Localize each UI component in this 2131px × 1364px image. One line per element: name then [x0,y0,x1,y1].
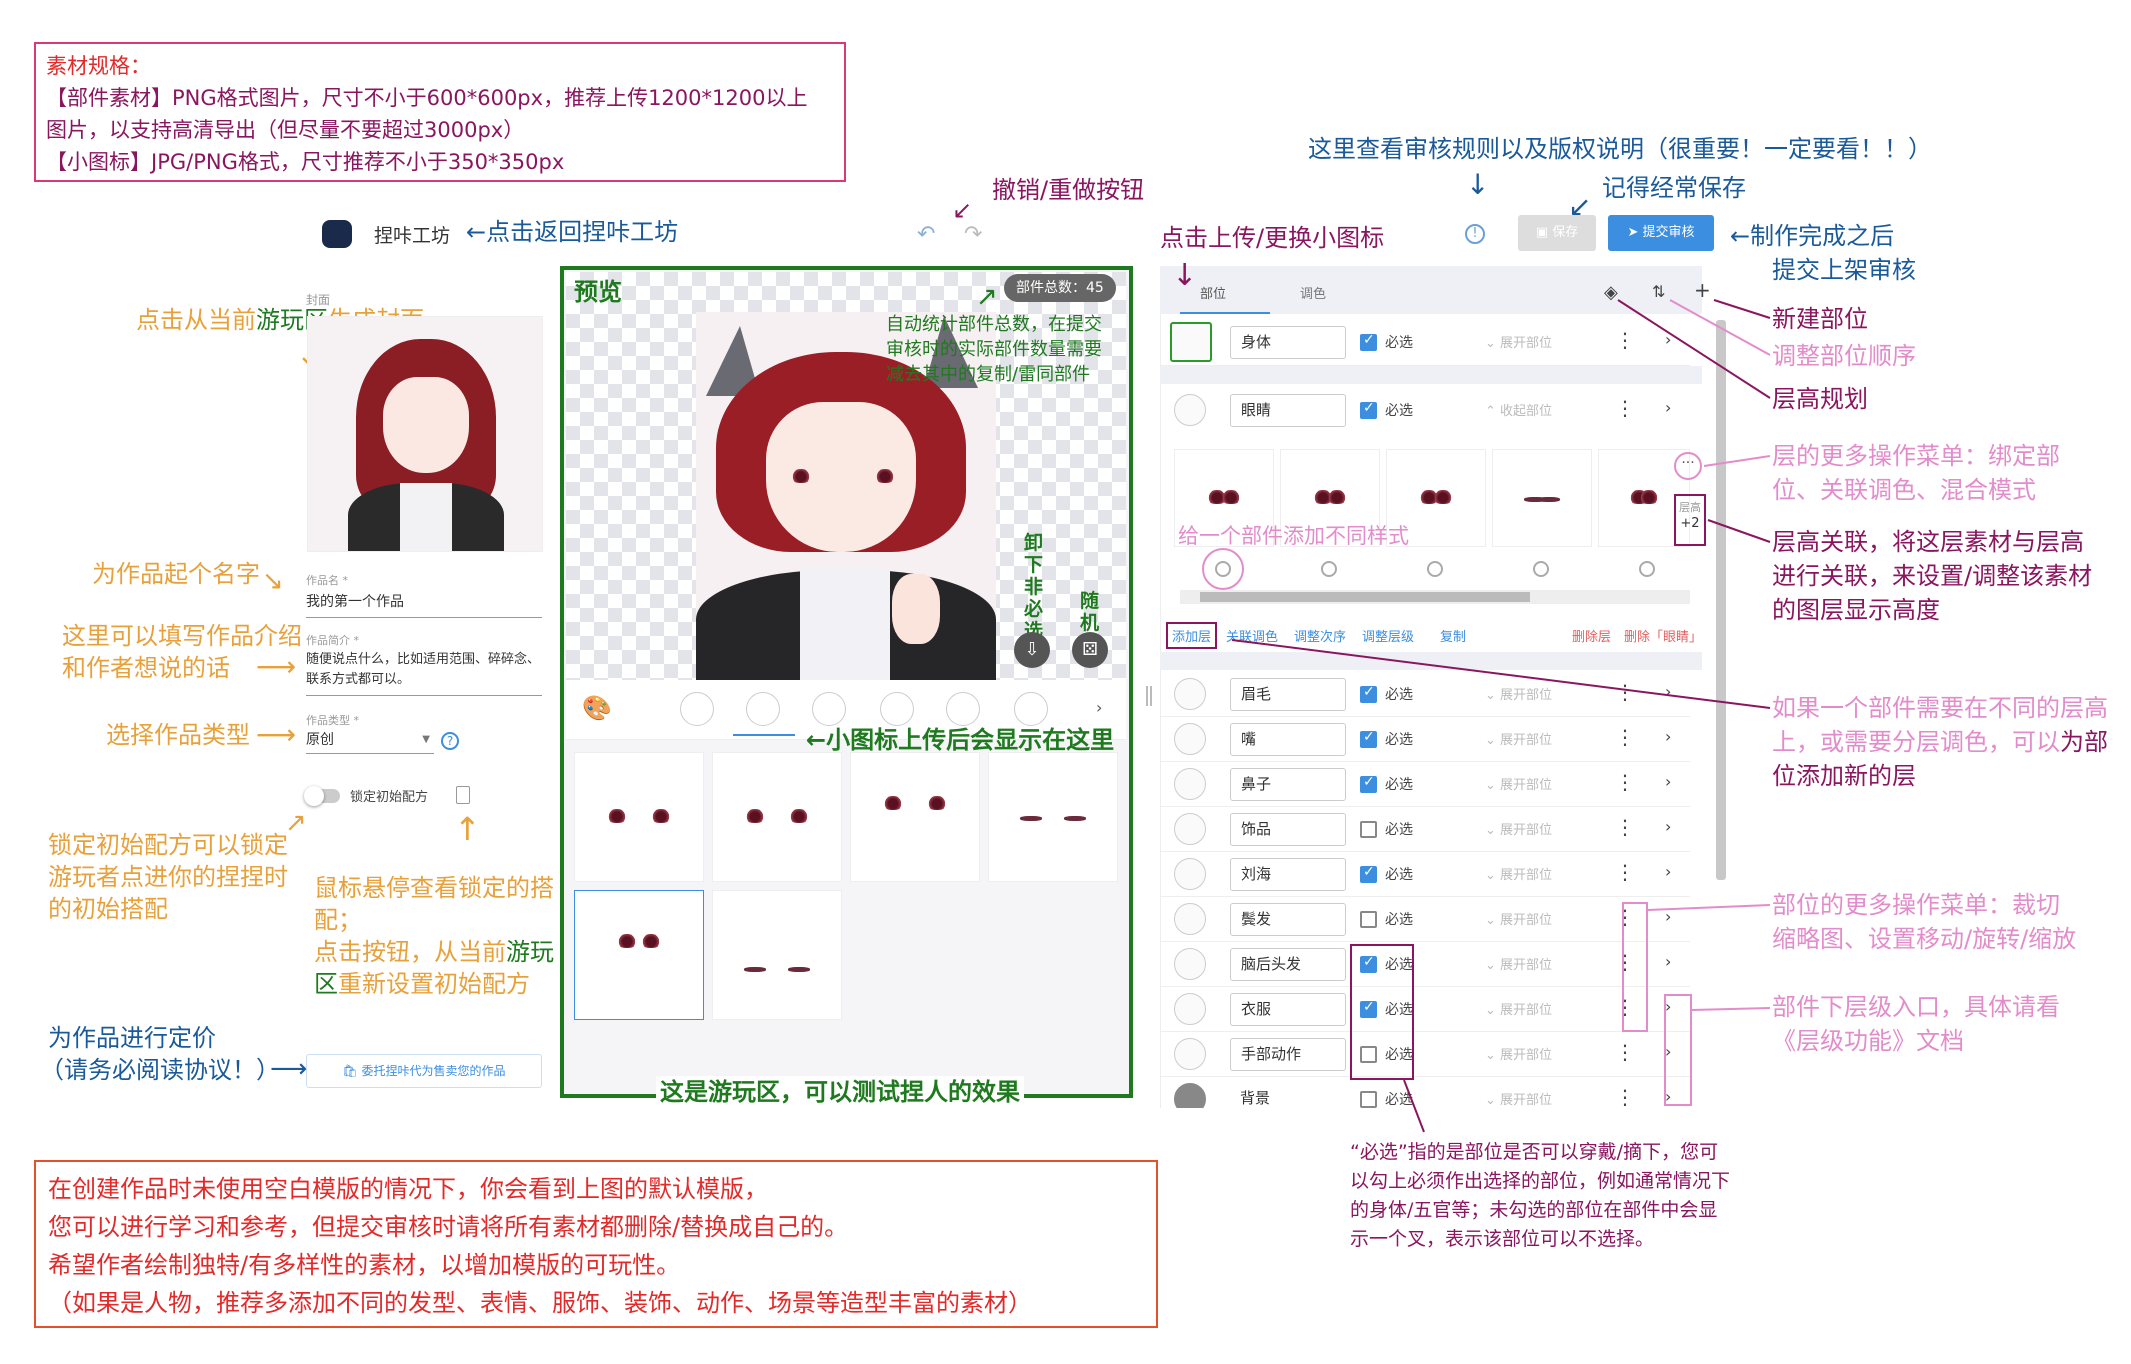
bottom-note: 在创建作品时未使用空白模版的情况下，你会看到上图的默认模版， 您可以进行学习和参… [34,1160,1158,1328]
line-add-layer [1231,639,1771,709]
line-reorder [1669,299,1771,356]
line-part-menu [1647,904,1771,911]
bottom-line-4: （如果是人物，推荐多添加不同的发型、表情、服饰、装饰、动作、场景等造型丰富的素材… [48,1289,1032,1317]
line-layer-link [1707,519,1771,543]
bottom-line-1: 在创建作品时未使用空白模版的情况下，你会看到上图的默认模版， [48,1175,768,1203]
line-new-part [1713,299,1771,319]
bottom-line-3: 希望作者绘制独特/有多样性的素材，以增加模版的可玩性。 [48,1251,681,1279]
bottom-line-2: 您可以进行学习和参考，但提交审核时请将所有素材都删除/替换成自己的。 [48,1213,849,1241]
line-layer-plan [1617,299,1771,399]
line-layer-menu [1703,455,1771,467]
line-sublevel [1691,1007,1771,1011]
line-required [1403,1079,1425,1133]
